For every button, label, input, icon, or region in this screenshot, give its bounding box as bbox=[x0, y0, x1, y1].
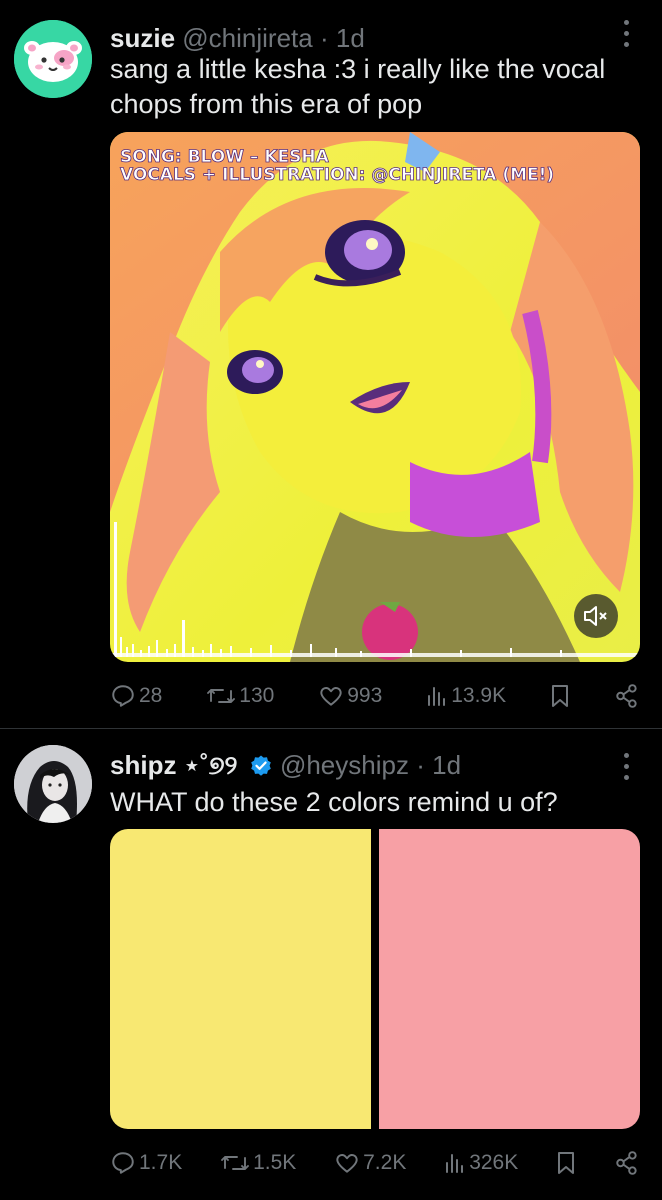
views-count: 13.9K bbox=[451, 684, 507, 707]
reply-count: 1.7K bbox=[139, 1151, 183, 1174]
share-button[interactable] bbox=[614, 1150, 640, 1176]
share-icon bbox=[616, 1151, 637, 1175]
like-count: 993 bbox=[347, 684, 383, 707]
reply-button[interactable]: 28 bbox=[110, 683, 162, 709]
timestamp[interactable]: 1d bbox=[432, 750, 461, 780]
video-thumbnail-illustration: SONG: BLOW – KESHA VOCALS + ILLUSTRATION… bbox=[110, 132, 640, 662]
bookmark-icon bbox=[552, 685, 569, 707]
post-actions: 28 130 993 13.9K bbox=[110, 676, 640, 716]
display-name-decoration: ⋆˚୭୨ bbox=[183, 750, 238, 780]
share-button[interactable] bbox=[614, 683, 640, 709]
more-options-icon[interactable] bbox=[620, 20, 632, 47]
like-button[interactable]: 7.2K bbox=[334, 1150, 406, 1176]
bookmark-button[interactable] bbox=[550, 683, 570, 709]
reply-count: 28 bbox=[139, 684, 163, 707]
more-options-icon[interactable] bbox=[620, 753, 632, 780]
share-icon bbox=[616, 684, 637, 708]
views-button[interactable]: 13.9K bbox=[426, 684, 506, 708]
views-count: 326K bbox=[469, 1151, 519, 1174]
bookmark-icon bbox=[558, 1152, 575, 1174]
repost-icon bbox=[221, 1156, 250, 1170]
heart-icon bbox=[336, 1154, 358, 1173]
hamster-avatar-icon bbox=[14, 20, 92, 98]
reply-icon bbox=[112, 1152, 134, 1174]
display-name[interactable]: suzie bbox=[110, 23, 175, 53]
post-text: WHAT do these 2 colors remind u of? bbox=[110, 787, 558, 817]
views-chart-icon bbox=[428, 687, 446, 706]
avatar[interactable] bbox=[14, 745, 92, 823]
user-handle[interactable]: @heyshipz bbox=[280, 750, 409, 780]
reply-icon bbox=[112, 685, 134, 707]
video-player[interactable]: SONG: BLOW – KESHA VOCALS + ILLUSTRATION… bbox=[110, 132, 640, 662]
post-header: suzie @chinjireta · 1d bbox=[110, 22, 602, 54]
person-avatar-icon bbox=[14, 745, 92, 823]
post-suzie[interactable]: suzie @chinjireta · 1d sang a little kes… bbox=[0, 0, 662, 712]
separator-dot: · bbox=[416, 750, 425, 780]
separator-dot: · bbox=[319, 23, 329, 53]
repost-button[interactable]: 1.5K bbox=[220, 1150, 296, 1176]
repost-button[interactable]: 130 bbox=[206, 683, 274, 709]
color-swatch-yellow[interactable] bbox=[110, 829, 371, 1129]
display-name[interactable]: shipz bbox=[110, 750, 176, 780]
user-handle[interactable]: @chinjireta bbox=[182, 23, 312, 53]
heart-icon bbox=[320, 687, 342, 706]
post-shipz[interactable]: shipz ⋆˚୭୨ @heyshipz · 1d WHAT do these … bbox=[0, 729, 662, 1200]
speaker-muted-icon bbox=[584, 606, 607, 626]
views-chart-icon bbox=[446, 1154, 464, 1173]
image-grid bbox=[110, 829, 640, 1129]
bookmark-button[interactable] bbox=[556, 1150, 576, 1176]
verified-badge-icon bbox=[249, 753, 273, 785]
avatar[interactable] bbox=[14, 20, 92, 98]
song-title-overlay: SONG: BLOW – KESHA bbox=[120, 147, 330, 167]
post-actions: 1.7K 1.5K 7.2K 326K bbox=[110, 1143, 640, 1183]
reply-button[interactable]: 1.7K bbox=[110, 1150, 182, 1176]
credits-overlay: VOCALS + ILLUSTRATION: @CHINJIRETA (ME!) bbox=[120, 165, 554, 185]
timestamp[interactable]: 1d bbox=[336, 23, 365, 53]
mute-button[interactable] bbox=[574, 594, 618, 638]
post-text: sang a little kesha :3 i really like the… bbox=[110, 54, 606, 119]
views-button[interactable]: 326K bbox=[444, 1151, 518, 1175]
repost-icon bbox=[207, 689, 236, 703]
post-header: shipz ⋆˚୭୨ @heyshipz · 1d bbox=[110, 749, 602, 785]
repost-count: 1.5K bbox=[253, 1151, 297, 1174]
like-count: 7.2K bbox=[363, 1151, 407, 1174]
repost-count: 130 bbox=[239, 684, 275, 707]
like-button[interactable]: 993 bbox=[318, 683, 382, 709]
color-swatch-pink[interactable] bbox=[379, 829, 640, 1129]
